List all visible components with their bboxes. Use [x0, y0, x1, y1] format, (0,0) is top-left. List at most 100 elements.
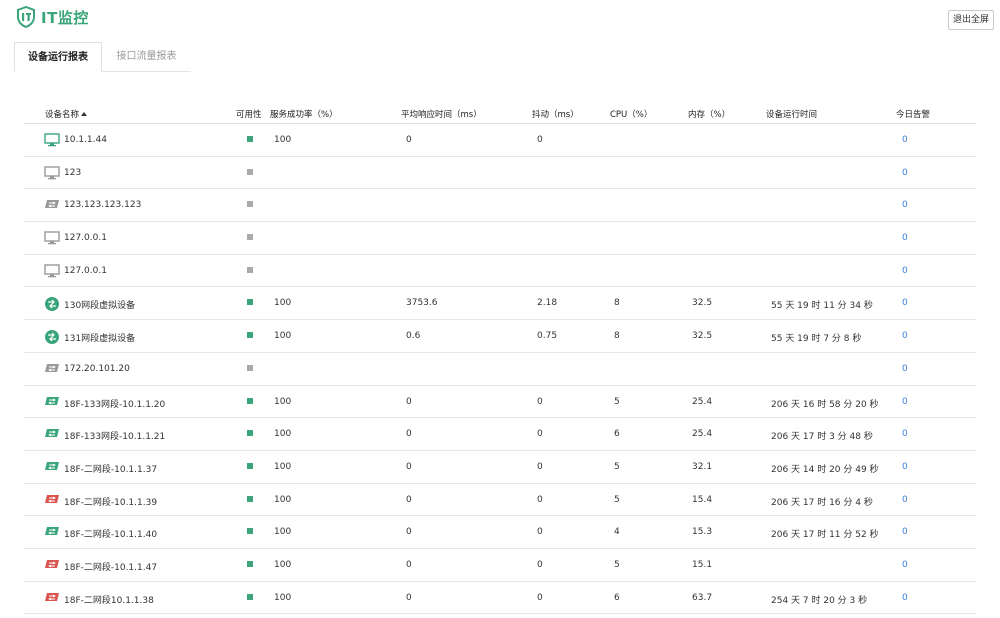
alerts-count-link[interactable]: 0 — [902, 135, 908, 145]
device-report-table: 设备名称 可用性 服务成功率（%） 平均响应时间（ms） 抖动（ms） CPU（… — [24, 101, 976, 615]
table-row[interactable]: 18F-二网段-10.1.1.47 100 0 0 5 15.1 0 — [24, 549, 976, 582]
table-row[interactable]: 18F-133网段-10.1.1.20 100 0 0 5 25.4 206 天 16 时 … — [24, 386, 976, 419]
cell-jitter: 2.18 — [537, 298, 558, 309]
device-name[interactable]: 127.0.0.1 — [64, 233, 107, 243]
alerts-count-link[interactable]: 0 — [902, 364, 908, 374]
cell-response-time: 0 — [406, 429, 412, 440]
device-name[interactable]: 18F-133网段-10.1.1.20 — [64, 397, 165, 410]
app-logo: IT监控 — [16, 6, 89, 28]
cell-jitter: 0 — [537, 592, 543, 603]
monitor-icon — [44, 231, 60, 245]
alerts-count-link[interactable]: 0 — [902, 298, 908, 308]
cell-uptime: 206 天 17 时 3 分 48 秒 — [771, 432, 873, 443]
availability-indicator — [247, 397, 253, 404]
device-name[interactable]: 123.123.123.123 — [64, 200, 141, 210]
table-row[interactable]: 10.1.1.44 100 0 0 0 — [24, 124, 976, 157]
table-row[interactable]: 123.123.123.123 0 — [24, 189, 976, 223]
table-row[interactable]: 127.0.0.1 0 — [24, 255, 976, 288]
cell-success-rate: 100 — [274, 396, 292, 407]
device-name[interactable]: 172.20.101.20 — [64, 364, 130, 374]
device-name[interactable]: 127.0.0.1 — [64, 266, 107, 276]
cell-cpu: 8 — [614, 331, 620, 342]
table-row[interactable]: 18F-二网段10.1.1.38 100 0 0 6 63.7 254 天 7 时 20 分… — [24, 582, 976, 615]
cell-response-time: 0 — [406, 135, 412, 145]
cell-uptime: 55 天 19 时 7 分 8 秒 — [771, 334, 862, 345]
tab-device-report[interactable]: 设备运行报表 — [14, 42, 102, 72]
availability-indicator — [247, 136, 253, 142]
device-name[interactable]: 18F-二网段-10.1.1.37 — [64, 462, 157, 475]
alerts-count-link[interactable]: 0 — [902, 527, 908, 537]
alerts-count-link[interactable]: 0 — [902, 200, 908, 210]
alerts-count-link[interactable]: 0 — [902, 397, 908, 407]
cell-memory: 32.5 — [692, 331, 713, 342]
alerts-count-link[interactable]: 0 — [902, 429, 908, 439]
device-name[interactable]: 18F-133网段-10.1.1.21 — [64, 429, 165, 442]
alerts-count-link[interactable]: 0 — [902, 495, 908, 505]
router-icon — [44, 296, 60, 312]
table-row[interactable]: 18F-二网段-10.1.1.40 100 0 0 4 15.3 206 天 17 时 11… — [24, 516, 976, 549]
table-row[interactable]: 130网段虚拟设备 100 3753.6 2.18 8 32.5 55 天 19 时 11 … — [24, 287, 976, 321]
alerts-count-link[interactable]: 0 — [902, 233, 908, 243]
device-name[interactable]: 123 — [64, 168, 81, 178]
cell-memory: 32.1 — [692, 461, 713, 472]
switch-icon — [44, 427, 60, 441]
availability-indicator — [247, 364, 253, 371]
cell-memory: 32.5 — [692, 298, 713, 309]
router-icon — [44, 329, 60, 345]
table-row[interactable]: 127.0.0.1 0 — [24, 222, 976, 255]
availability-indicator — [247, 462, 253, 469]
cell-success-rate: 100 — [274, 429, 292, 440]
column-header-name[interactable]: 设备名称 — [45, 108, 88, 120]
logo-text: IT监控 — [41, 8, 89, 27]
cell-response-time: 0 — [406, 592, 412, 603]
cell-cpu: 8 — [614, 298, 620, 309]
switch-icon — [44, 493, 60, 507]
exit-fullscreen-button[interactable]: 退出全屏 — [947, 10, 994, 30]
device-name[interactable]: 10.1.1.44 — [64, 135, 107, 145]
cell-memory: 25.4 — [692, 396, 713, 407]
device-name[interactable]: 18F-二网段10.1.1.38 — [64, 593, 154, 606]
switch-icon — [44, 460, 60, 474]
table-row[interactable]: 18F-二网段-10.1.1.37 100 0 0 5 32.1 206 天 14 时 20… — [24, 451, 976, 484]
table-row[interactable]: 18F-二网段-10.1.1.39 100 0 0 5 15.4 206 天 17 时 16… — [24, 484, 976, 517]
device-name[interactable]: 130网段虚拟设备 — [64, 298, 135, 311]
alerts-count-link[interactable]: 0 — [902, 168, 908, 178]
cell-response-time: 0 — [406, 559, 412, 570]
column-header-response-time: 平均响应时间（ms） — [401, 110, 482, 120]
monitor-icon — [44, 133, 60, 147]
alerts-count-link[interactable]: 0 — [902, 462, 908, 472]
cell-jitter: 0 — [537, 396, 543, 407]
switch-icon — [44, 198, 60, 212]
device-name[interactable]: 18F-二网段-10.1.1.39 — [64, 495, 157, 508]
column-header-alerts: 今日告警 — [896, 110, 931, 120]
availability-indicator — [247, 593, 253, 600]
availability-indicator — [247, 495, 253, 502]
cell-cpu: 5 — [614, 396, 620, 407]
cell-memory: 15.1 — [692, 559, 713, 570]
table-row[interactable]: 131网段虚拟设备 100 0.6 0.75 8 32.5 55 天 19 时 7 分 8 … — [24, 320, 976, 353]
device-name[interactable]: 131网段虚拟设备 — [64, 331, 135, 344]
table-row[interactable]: 123 0 — [24, 157, 976, 190]
tab-interface-traffic-report[interactable]: 接口流量报表 — [102, 42, 191, 72]
column-header-success-rate: 服务成功率（%） — [270, 110, 338, 120]
switch-icon — [44, 558, 60, 572]
cell-success-rate: 100 — [274, 135, 292, 145]
availability-indicator — [247, 430, 253, 437]
table-body: 10.1.1.44 100 0 0 0 123 0 123.123.123.123 0 127.0… — [24, 124, 976, 615]
cell-response-time: 0 — [406, 494, 412, 505]
monitor-icon — [44, 264, 60, 278]
alerts-count-link[interactable]: 0 — [902, 266, 908, 276]
table-row[interactable]: 172.20.101.20 0 — [24, 353, 976, 386]
monitor-icon — [44, 165, 60, 180]
device-name[interactable]: 18F-二网段-10.1.1.40 — [64, 527, 157, 540]
switch-icon — [44, 395, 60, 409]
device-name[interactable]: 18F-二网段-10.1.1.47 — [64, 560, 157, 573]
alerts-count-link[interactable]: 0 — [902, 331, 908, 341]
alerts-count-link[interactable]: 0 — [902, 593, 908, 603]
cell-jitter: 0 — [537, 559, 543, 570]
cell-response-time: 0.6 — [406, 331, 421, 342]
shield-icon — [17, 6, 35, 28]
report-tabs: 设备运行报表 接口流量报表 — [14, 42, 191, 72]
table-row[interactable]: 18F-133网段-10.1.1.21 100 0 0 6 25.4 206 天 17 时 … — [24, 418, 976, 451]
alerts-count-link[interactable]: 0 — [902, 560, 908, 570]
